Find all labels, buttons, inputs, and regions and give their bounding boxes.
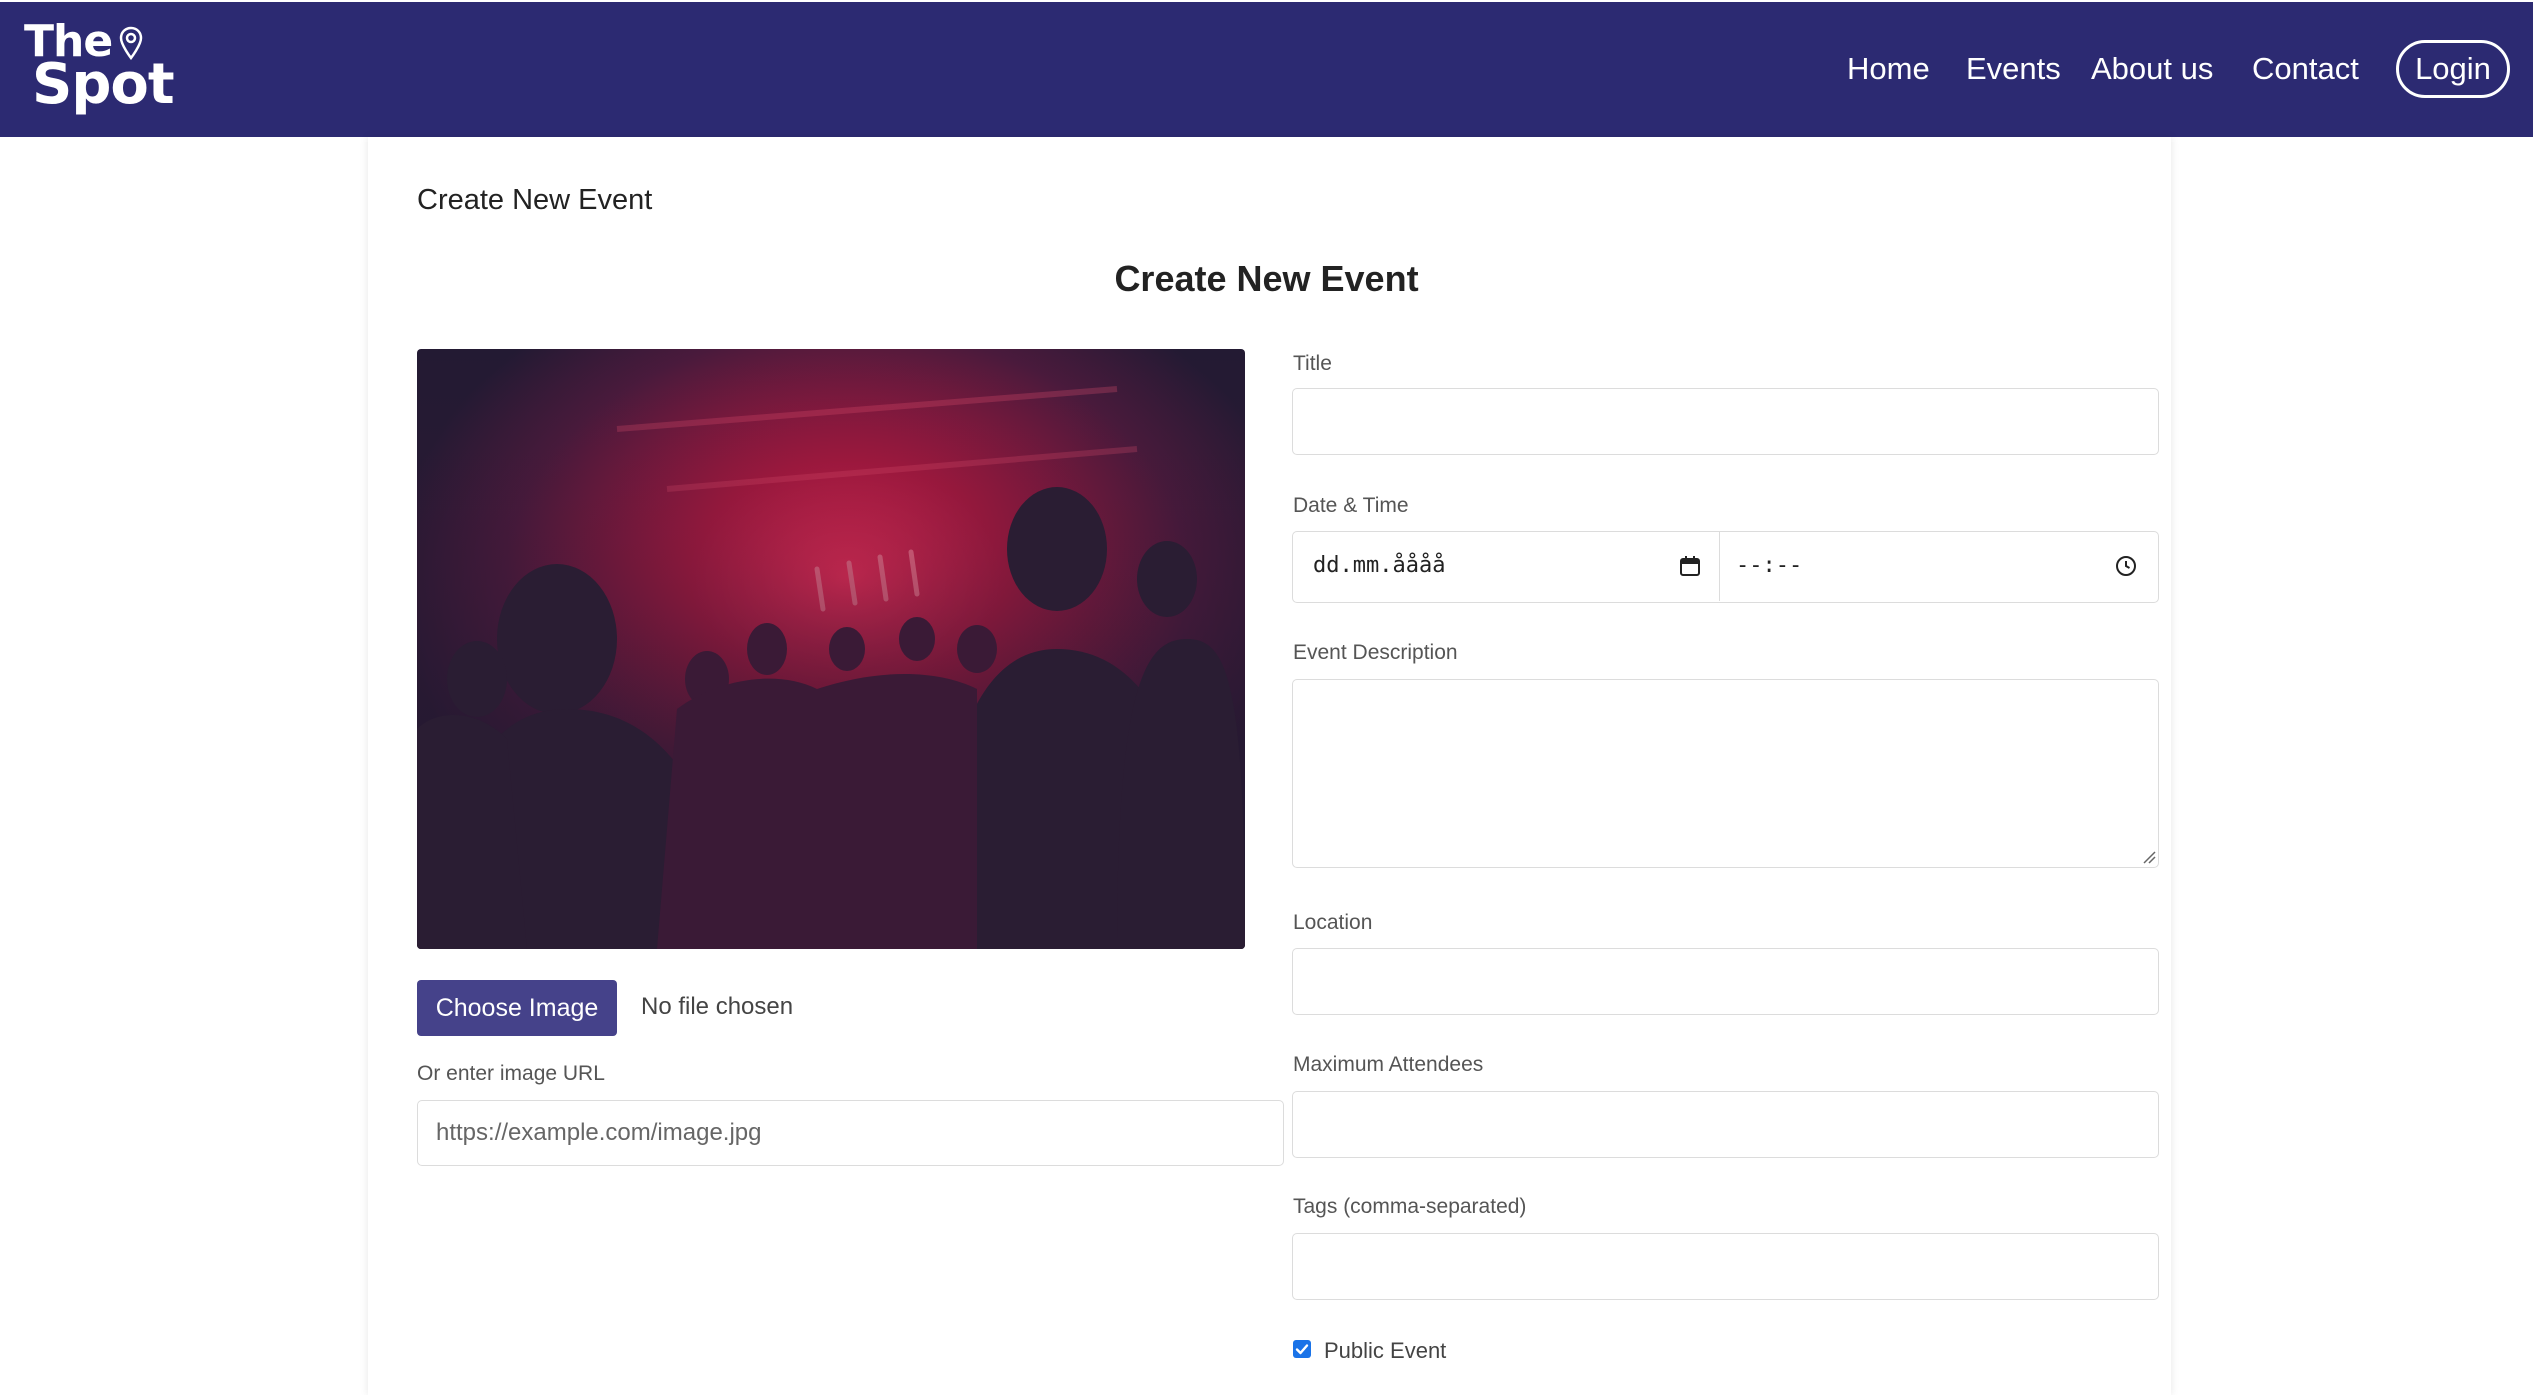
nav-about-link[interactable]: About us: [2091, 50, 2213, 88]
nav-home-link[interactable]: Home: [1847, 50, 1930, 88]
max-attendees-label: Maximum Attendees: [1293, 1053, 1484, 1076]
title-input[interactable]: [1292, 388, 2159, 455]
calendar-icon[interactable]: [1679, 555, 1701, 577]
login-button[interactable]: Login: [2396, 40, 2510, 98]
public-event-label[interactable]: Public Event: [1324, 1338, 1446, 1364]
event-image-preview: [417, 349, 1245, 949]
datetime-label: Date & Time: [1293, 494, 1409, 517]
description-label: Event Description: [1293, 641, 1458, 664]
logo-text-line2: Spot: [32, 52, 175, 117]
time-input[interactable]: --:--: [1720, 532, 2157, 601]
location-label: Location: [1293, 911, 1373, 934]
choose-image-button[interactable]: Choose Image: [417, 980, 617, 1036]
datetime-field: dd.mm.åååå --:--: [1292, 531, 2159, 603]
nav-events-link[interactable]: Events: [1966, 50, 2061, 88]
image-url-input[interactable]: [417, 1100, 1284, 1166]
public-event-checkbox[interactable]: [1293, 1340, 1311, 1358]
navbar: The Spot Home Events About us Contact Lo…: [0, 2, 2533, 137]
breadcrumb: Create New Event: [417, 184, 653, 216]
image-url-label: Or enter image URL: [417, 1062, 605, 1085]
checkmark-icon: [1295, 1344, 1309, 1355]
tags-label: Tags (comma-separated): [1293, 1195, 1527, 1218]
date-input[interactable]: dd.mm.åååå: [1293, 532, 1720, 601]
clock-icon[interactable]: [2115, 555, 2137, 577]
date-placeholder: dd.mm.åååå: [1313, 553, 1446, 578]
max-attendees-input[interactable]: [1292, 1091, 2159, 1158]
file-status-text: No file chosen: [641, 993, 794, 1020]
concert-photo: [417, 349, 1245, 949]
page-title: Create New Event: [1114, 258, 1419, 299]
tags-input[interactable]: [1292, 1233, 2159, 1300]
nav-contact-link[interactable]: Contact: [2252, 50, 2359, 88]
resize-handle-icon[interactable]: [2142, 850, 2156, 864]
time-placeholder: --:--: [1736, 553, 1803, 578]
location-input[interactable]: [1292, 948, 2159, 1015]
site-logo[interactable]: The Spot: [24, 20, 175, 117]
description-textarea[interactable]: [1292, 679, 2159, 868]
title-label: Title: [1293, 352, 1332, 375]
